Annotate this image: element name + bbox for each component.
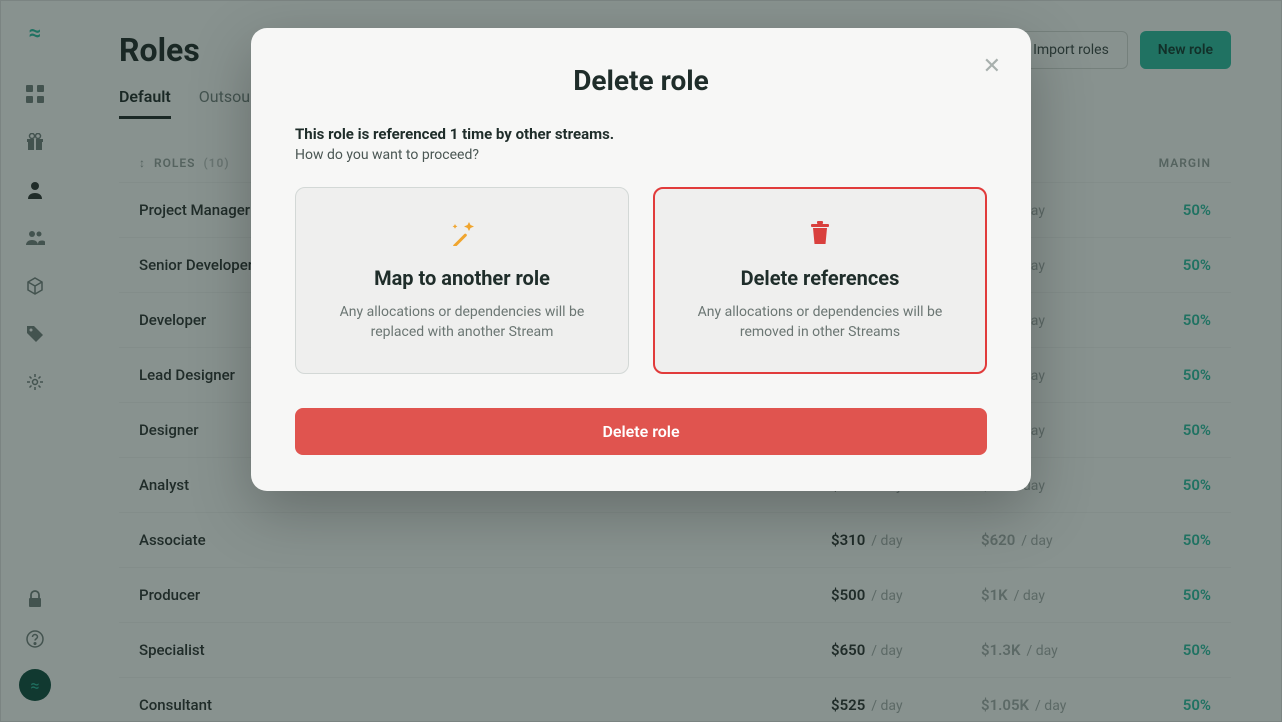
modal-title: Delete role	[295, 64, 987, 97]
close-icon[interactable]: ✕	[983, 54, 1001, 79]
delete-role-modal: ✕ Delete role This role is referenced 1 …	[251, 28, 1031, 491]
option-map-to-role[interactable]: Map to another role Any allocations or d…	[295, 187, 629, 374]
modal-overlay: ✕ Delete role This role is referenced 1 …	[0, 0, 1282, 722]
modal-reference-text: This role is referenced 1 time by other …	[295, 125, 987, 143]
option-delete-title: Delete references	[678, 266, 962, 290]
trash-icon	[678, 218, 962, 248]
modal-proceed-text: How do you want to proceed?	[295, 147, 987, 163]
option-map-title: Map to another role	[320, 266, 604, 290]
option-delete-desc: Any allocations or dependencies will be …	[678, 302, 962, 343]
delete-role-confirm-button[interactable]: Delete role	[295, 408, 987, 455]
wand-icon	[320, 218, 604, 248]
option-map-desc: Any allocations or dependencies will be …	[320, 302, 604, 343]
option-delete-references[interactable]: Delete references Any allocations or dep…	[653, 187, 987, 374]
